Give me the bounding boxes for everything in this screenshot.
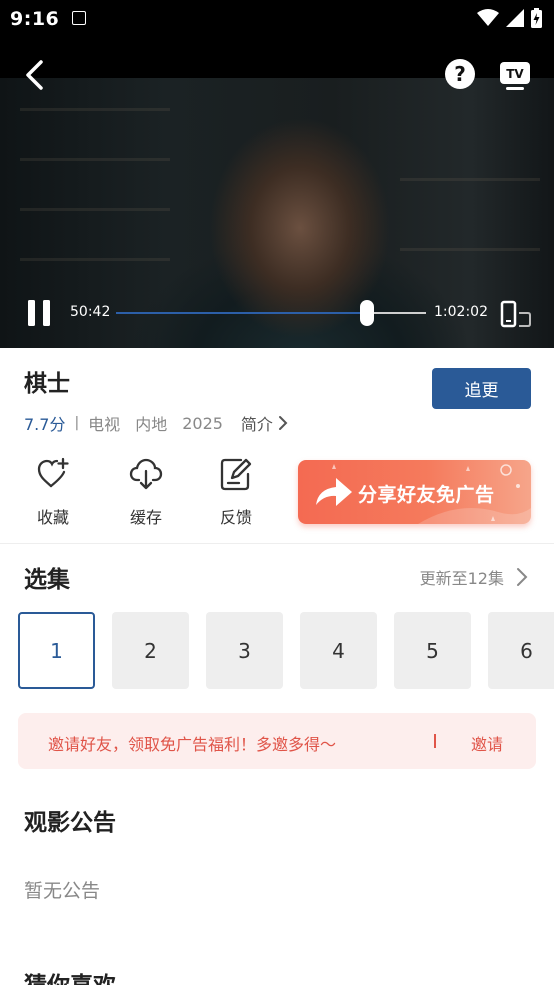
signal-icon <box>506 9 524 27</box>
score: 7.7分 <box>24 415 66 434</box>
tag-region: 内地 <box>135 415 168 434</box>
seek-bar[interactable] <box>116 300 426 326</box>
download-label: 缓存 <box>129 508 162 527</box>
share-arrow-icon <box>316 478 352 506</box>
episode-item-3[interactable]: 3 <box>206 612 283 689</box>
invite-link[interactable]: 邀请 <box>471 731 503 755</box>
tv-cast-icon[interactable]: TV <box>498 58 532 92</box>
rotate-screen-icon[interactable] <box>500 299 532 329</box>
invite-divider <box>434 734 436 748</box>
playback-controls: 50:42 1:02:02 <box>0 293 554 333</box>
invite-text: 邀请好友，领取免广告福利！多邀多得～ <box>48 735 337 754</box>
seek-progress <box>116 312 368 314</box>
feedback-button[interactable]: 反馈 <box>206 456 266 528</box>
update-label: 更新至12集 <box>419 569 504 588</box>
seek-thumb[interactable] <box>360 300 375 326</box>
status-icons <box>477 8 542 28</box>
episode-item-2[interactable]: 2 <box>112 612 189 689</box>
meta-separator: | <box>74 415 80 431</box>
battery-charging-icon <box>531 8 542 28</box>
back-arrow-icon[interactable] <box>20 58 50 92</box>
edit-note-icon <box>220 458 252 491</box>
share-banner[interactable]: 分享好友免广告 <box>298 460 531 524</box>
svg-text:TV: TV <box>506 67 524 81</box>
episodes-title: 选集 <box>24 567 70 593</box>
action-row: 收藏 缓存 反馈 分享好友免广告 <box>0 456 554 536</box>
app-notification-icon <box>72 11 86 25</box>
status-bar: 9:16 <box>0 0 554 38</box>
episode-item-1[interactable]: 1 <box>18 612 95 689</box>
follow-button[interactable]: 追更 <box>432 368 531 409</box>
episode-list: 1 2 3 4 5 6 <box>17 611 554 689</box>
notice-empty-text: 暂无公告 <box>24 880 101 902</box>
intro-link[interactable]: 简介 <box>241 411 290 435</box>
episode-item-6[interactable]: 6 <box>488 612 554 689</box>
download-button[interactable]: 缓存 <box>116 456 176 528</box>
episodes-update-link[interactable]: 更新至12集 <box>420 565 532 589</box>
share-banner-label: 分享好友免广告 <box>358 484 495 506</box>
status-time: 9:16 <box>10 8 60 30</box>
total-time: 1:02:02 <box>434 304 488 320</box>
svg-text:?: ? <box>454 62 466 86</box>
meta-row: 7.7分 | 电视 内地 2025 简介 <box>24 411 290 435</box>
notice-title: 观影公告 <box>24 810 116 836</box>
question-circle-icon[interactable]: ? <box>444 58 476 90</box>
recommend-title: 猜你喜欢 <box>24 966 116 985</box>
invite-bar: 邀请好友，领取免广告福利！多邀多得～ 邀请 <box>18 713 536 769</box>
episode-item-5[interactable]: 5 <box>394 612 471 689</box>
feedback-label: 反馈 <box>219 508 252 527</box>
wifi-icon <box>477 9 499 26</box>
favorite-label: 收藏 <box>36 508 69 527</box>
chevron-right-icon <box>517 568 528 586</box>
tag-type: 电视 <box>88 415 121 434</box>
favorite-button[interactable]: 收藏 <box>23 456 83 528</box>
tag-year: 2025 <box>182 413 223 433</box>
current-time: 50:42 <box>70 304 111 320</box>
chevron-right-icon <box>278 416 288 430</box>
section-divider <box>0 543 554 544</box>
intro-label: 简介 <box>240 415 273 434</box>
cloud-download-icon <box>129 458 163 490</box>
show-title: 棋士 <box>24 371 70 397</box>
video-player[interactable]: ? TV 50:42 1:02:02 <box>0 38 554 348</box>
pause-icon[interactable] <box>26 299 52 327</box>
heart-plus-icon <box>37 457 69 488</box>
episode-item-4[interactable]: 4 <box>300 612 377 689</box>
